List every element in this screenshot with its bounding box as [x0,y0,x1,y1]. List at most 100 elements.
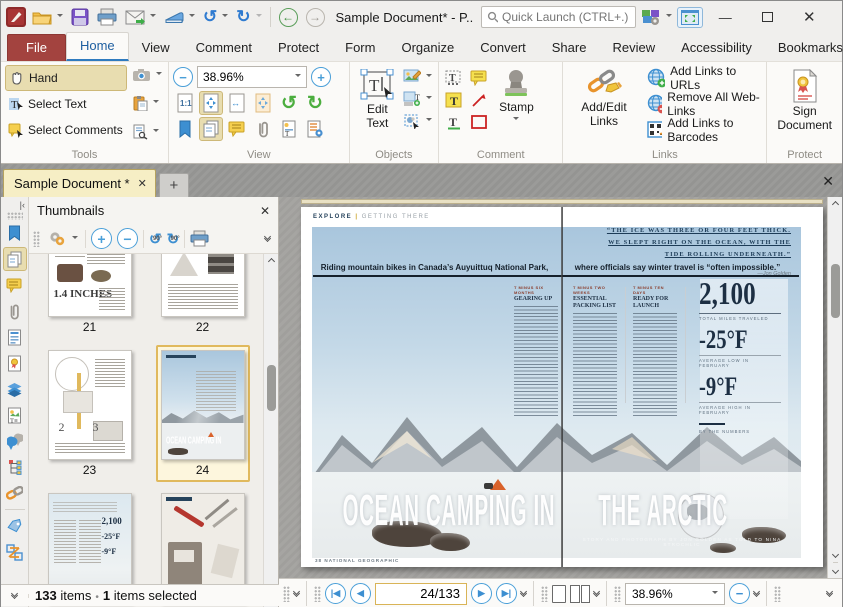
content-pane-button[interactable] [303,117,327,141]
document-scroll-thumb[interactable] [831,264,840,318]
maximize-button[interactable] [747,3,787,31]
sidebar-collapse-button[interactable]: |‹ [17,199,28,212]
customize-toolbars-button[interactable] [638,6,675,28]
sidebar-structure-button[interactable] [3,455,27,479]
thumbnail-cell-23[interactable]: 2 3 23 [43,345,137,482]
thumbnails-zoom-in-button[interactable]: + [91,228,112,249]
thumbnail-cell-21[interactable]: 1.4 INCHES 21 [43,254,137,339]
sidebar-signatures-button[interactable] [3,351,27,375]
document-pane[interactable]: EXPLORE | GETTING THERE [279,197,842,607]
document-tab-close-icon[interactable]: ✕ [138,177,147,190]
tab-convert[interactable]: Convert [467,35,539,61]
document-scroll-down-icon[interactable] [833,547,838,562]
sidebar-thumbnails-button[interactable] [3,247,27,271]
rotate-ccw-button[interactable]: ↺ [277,91,301,115]
add-edit-links-button[interactable]: Add/Edit Links [567,65,640,143]
comments-pane-button[interactable] [225,117,249,141]
thumbnails-panel-close-button[interactable]: ✕ [260,204,270,218]
previous-page-button[interactable]: ◀ [350,583,371,604]
fit-width-button[interactable]: ↔ [225,91,249,115]
fields-pane-button[interactable]: T [277,117,301,141]
tab-bookmarks[interactable]: Bookmarks [765,35,843,61]
toolbar-grip[interactable] [314,586,321,602]
add-text-button[interactable]: T [401,90,434,107]
document-next-page-jump-icon[interactable] [833,562,838,578]
select-object-button[interactable] [401,113,434,130]
thumbnails-scrollbar[interactable] [263,254,278,607]
paste-button[interactable] [130,94,164,112]
sidebar-attachments-button[interactable] [3,299,27,323]
forward-button[interactable]: → [303,6,328,29]
thumbnails-pane-button[interactable] [199,117,223,141]
scan-button[interactable] [161,8,198,26]
minimize-button[interactable]: — [705,3,745,31]
rotate-cw-button[interactable]: ↻ [303,91,327,115]
thumbnail-cell-22[interactable]: 22 [156,254,250,339]
right-overflow-button[interactable] [827,592,832,596]
bottom-zoom-combo[interactable]: 38.96% [625,583,725,605]
thumbnails-zoom-out-button[interactable]: − [117,228,138,249]
sidebar-destinations-button[interactable] [3,429,27,453]
document-scroll-up-icon[interactable] [833,197,838,212]
close-button[interactable]: ✕ [789,3,829,31]
redo-button[interactable]: ↻ [233,5,264,29]
find-tool-button[interactable] [130,123,164,141]
zoom-in-button[interactable]: + [311,67,331,87]
thumbnails-scroll-thumb[interactable] [267,365,276,411]
sticky-note-tool-button[interactable] [468,67,490,89]
quick-launch-box[interactable] [481,6,636,28]
snapshot-button[interactable] [130,67,164,83]
tab-share[interactable]: Share [539,35,600,61]
rotate-ccw-90-button[interactable]: ↺90° [149,230,162,248]
bookmarks-pane-button[interactable] [173,117,197,141]
arrow-tool-button[interactable] [468,89,490,111]
toolbar-grip[interactable] [283,586,290,602]
new-tab-button[interactable]: + [159,173,189,197]
thumbnails-scroll-up-icon[interactable] [269,254,274,269]
undo-button[interactable]: ↺ [200,5,231,29]
bottom-zoom-out-button[interactable]: − [729,583,750,604]
status-more-button[interactable] [12,594,17,598]
sidebar-grip[interactable] [7,212,23,220]
layout-overflow-button[interactable] [594,592,599,596]
tab-home[interactable]: Home [66,32,129,61]
open-button[interactable] [29,7,66,27]
sidebar-comments-button[interactable] [3,273,27,297]
single-page-layout-button[interactable] [552,585,566,603]
save-button[interactable] [68,6,92,28]
tab-review[interactable]: Review [599,35,668,61]
remove-all-web-links-button[interactable]: Remove All Web-Links [647,91,763,117]
stamp-button[interactable]: Stamp [493,65,540,135]
thumbnails-toolbar-grip[interactable] [33,231,40,247]
page-number-input[interactable] [405,586,435,601]
zoom-overflow-button[interactable] [754,592,759,596]
sidebar-links-button[interactable] [3,481,27,505]
sidebar-content-button[interactable]: T≡ [3,403,27,427]
select-text-button[interactable]: T Select Text [5,91,127,117]
page-number-box[interactable]: /133 [375,583,467,605]
add-links-to-barcodes-button[interactable]: Add Links to Barcodes [647,117,763,143]
tab-form[interactable]: Form [332,35,388,61]
first-page-button[interactable]: |◀ [325,583,346,604]
quick-launch-input[interactable] [502,10,630,24]
edit-image-button[interactable] [401,68,434,85]
sidebar-tags-button[interactable] [3,514,27,538]
zoom-level-combo[interactable]: 38.96% [197,66,307,88]
tab-bar-close-button[interactable]: ✕ [822,173,834,190]
tab-accessibility[interactable]: Accessibility [668,35,765,61]
toolbar-grip[interactable] [614,586,621,602]
fit-visible-button[interactable] [251,91,275,115]
next-page-button[interactable]: ▶ [471,583,492,604]
fit-page-button[interactable] [199,91,223,115]
facing-pages-layout-button[interactable] [570,585,590,603]
tab-comment[interactable]: Comment [183,35,265,61]
tab-view[interactable]: View [129,35,183,61]
thumbnail-cell-24-selected[interactable]: OCEAN CAMPING IN 24 [156,345,250,482]
actual-size-button[interactable]: 1:1 [173,91,197,115]
nav-overflow-button[interactable] [521,592,526,596]
highlight-text-tool-button[interactable]: T [443,89,465,111]
sidebar-layers-button[interactable] [3,377,27,401]
back-button[interactable]: ← [276,6,301,29]
print-button[interactable] [94,6,120,28]
sidebar-order-button[interactable] [3,540,27,564]
